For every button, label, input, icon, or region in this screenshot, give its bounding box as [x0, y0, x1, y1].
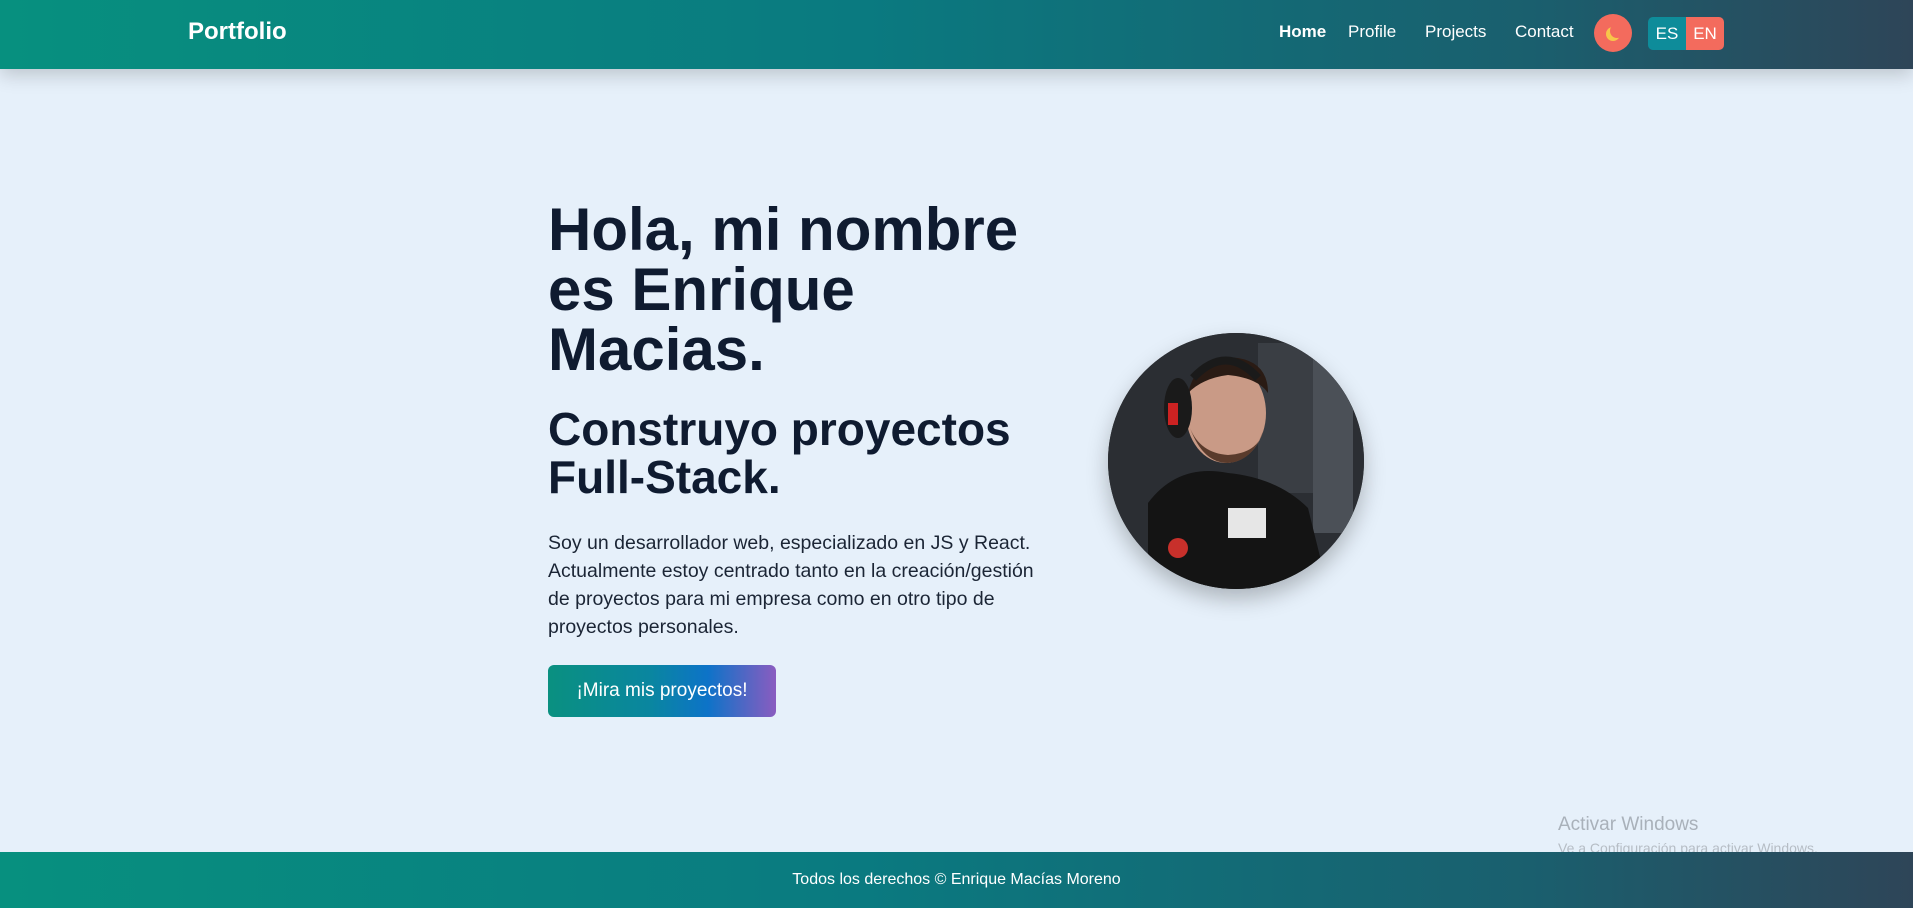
nav-home[interactable]: Home	[1279, 22, 1326, 42]
windows-activation-title: Activar Windows	[1558, 814, 1699, 835]
moon-icon	[1610, 24, 1624, 38]
lang-es-button[interactable]: ES	[1648, 17, 1686, 50]
nav-contact[interactable]: Contact	[1515, 22, 1574, 42]
theme-toggle-button[interactable]	[1594, 14, 1632, 52]
brand-logo[interactable]: Portfolio	[188, 18, 287, 46]
footer: Todos los derechos © Enrique Macías More…	[0, 852, 1913, 908]
hero-subtitle: Construyo proyectos Full-Stack.	[548, 403, 1011, 503]
nav-profile[interactable]: Profile	[1348, 22, 1396, 42]
language-switcher: ES EN	[1648, 17, 1724, 50]
profile-photo-illustration	[1108, 333, 1364, 589]
navbar: Portfolio Home Profile Projects Contact …	[0, 0, 1913, 69]
view-projects-button[interactable]: ¡Mira mis proyectos!	[548, 665, 776, 717]
hero-title: Hola, mi nombre es Enrique Macias.	[548, 196, 1019, 383]
profile-photo	[1108, 333, 1364, 589]
lang-en-button[interactable]: EN	[1686, 17, 1724, 50]
footer-copyright: Todos los derechos © Enrique Macías More…	[792, 871, 1121, 888]
hero-description: Soy un desarrollador web, especializado …	[548, 532, 1034, 638]
nav-projects[interactable]: Projects	[1425, 22, 1486, 42]
